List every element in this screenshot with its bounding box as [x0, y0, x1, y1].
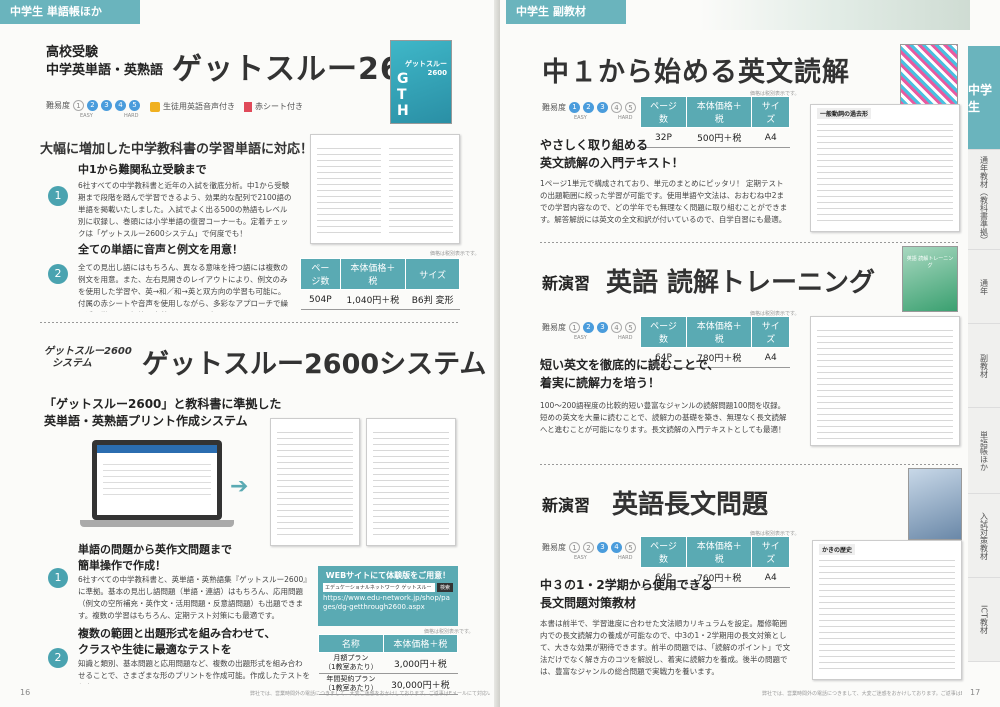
search-button[interactable]: 検索 — [436, 583, 453, 592]
right-product2-body: 100〜200語程度の比較的短い豊富なジャンルの読解問題100問を収録。短めの英… — [540, 401, 787, 434]
right-product3-sample-page: かきの歴史 — [812, 540, 962, 680]
product1-point1-body: 6社すべての中学教科書と近年の入試を徹底分析。中1から受験期まで段階を踏んで学習… — [78, 181, 292, 238]
right-product1-cover — [900, 44, 958, 106]
arrow-right-icon: ➔ — [230, 474, 249, 499]
divider — [540, 464, 960, 465]
right-product2-prefix: 新演習 — [542, 274, 591, 293]
laptop-image — [92, 440, 222, 520]
page-number: 17 — [970, 688, 981, 697]
right-product3-body: 本書は前半で、学習進度に合わせた文法順カリキュラムを設定。履修範囲内での長文読解… — [540, 619, 791, 676]
point-number-badge: 1 — [48, 568, 68, 588]
web-url-link[interactable]: https://www.edu-network.jp/shop/pages/dg… — [323, 594, 453, 612]
product2-headline: 「ゲットスルー2600」と教科書に準拠した 英単語・英熟語プリント作成システム — [44, 397, 282, 428]
right-product1-body: 1ページ1単元で構成されており、単元のまとめにピッタリ！ 定期テストの出題範囲に… — [540, 179, 788, 224]
product1-headline: 大幅に増加した中学教科書の学習単語に対応！ — [40, 142, 314, 157]
right-product1-title: 中１から始める英文読解 — [542, 57, 850, 88]
right-product3-headline: 中３の1・2学期から使用できる 長文問題対策教材 — [540, 578, 713, 610]
side-tab-annual[interactable]: 通年 — [968, 250, 1000, 324]
right-product2-headline: 短い英文を徹底的に読むことで、 着実に読解力を培う！ — [540, 358, 720, 390]
product1-point2-body: 全ての見出し語にはもちろん、異なる意味を持つ語には複数の例文を用意。また、左右見… — [78, 263, 288, 312]
web-trial-box: WEBサイトにて体験版をご用意！ エデュケーショナルネットワーク ゲットスルー … — [318, 566, 458, 626]
left-page: 中学生 単語帳ほか 高校受験 中学英単語・英熟語 ゲットスルー2600 ゲットス… — [0, 0, 498, 707]
point-number-badge: 2 — [48, 648, 68, 668]
point-number-badge: 1 — [48, 186, 68, 206]
right-product1-difficulty: 難易度 1 2 3 4 5 — [542, 102, 636, 113]
divider — [540, 242, 960, 243]
product2-title: ゲットスルー2600システム — [142, 349, 487, 380]
footnote: 弊社では、営業時間外の電話につきまして、大変ご迷惑をおかけしております。ご返事は… — [762, 691, 962, 697]
product1-point2-title: 全ての単語に音声と例文を用意！ — [78, 243, 243, 256]
right-product1-sample-page: 一般動詞の過去形 — [810, 104, 960, 232]
product2-point1-body: 6社すべての中学教科書と、英単語・英熟語集『ゲットスルー2600』に準拠。基本の… — [78, 575, 307, 620]
product2-logo: ゲットスルー2600 システム — [44, 346, 132, 369]
product1-subtitle: 高校受験 中学英単語・英熟語 — [46, 45, 164, 78]
side-tab-junior-high[interactable]: 中学生 — [968, 46, 1000, 150]
right-product2-sample-page — [810, 316, 960, 446]
right-product3-prefix: 新演習 — [542, 496, 591, 515]
side-tab-ict[interactable]: ICT教材 — [968, 578, 1000, 662]
page-number: 16 — [20, 688, 31, 697]
footnote: 弊社では、営業時間外の電話につきまして、大変ご迷惑をおかけしております。ご返事は… — [250, 691, 490, 697]
product2-point2-title: 複数の範囲と出題形式を組み合わせて、 クラスや生徒に最適なテストを — [78, 627, 276, 656]
right-product3-title: 英語長文問題 — [612, 490, 769, 520]
right-product1-headline: やさしく取り組める 英文読解の入門テキスト！ — [540, 138, 684, 170]
product1-price-note: 価格は税別表示です。 — [430, 251, 480, 257]
left-header: 中学生 単語帳ほか — [0, 0, 140, 24]
right-header: 中学生 副教材 — [506, 0, 626, 24]
red-sheet-badge: 赤シート付き — [244, 101, 303, 112]
system-plan-table: 名称 本体価格＋税 月額プラン （1教室あたり） 3,000円＋税 年間契約プラン（… — [318, 634, 459, 695]
right-product2-cover: 英語 読解トレーニング — [902, 246, 958, 312]
right-product2-difficulty: 難易度 1 2 3 4 5 — [542, 322, 636, 333]
product1-easy-label: EASY — [80, 113, 93, 119]
product1-difficulty: 難易度 1 2 3 4 5 — [46, 100, 140, 111]
right-product3-cover — [908, 468, 962, 540]
product1-book-cover: ゲットスルー 2600 GTH — [390, 40, 452, 124]
print-sample-1 — [270, 418, 360, 546]
product1-point1-title: 中1から難関私立受験まで — [78, 163, 207, 176]
speaker-icon — [150, 101, 160, 112]
divider — [40, 322, 460, 323]
search-box[interactable]: エデュケーショナルネットワーク ゲットスルー — [323, 583, 435, 592]
product1-hard-label: HARD — [124, 113, 139, 119]
audio-badge: 生徒用英語音声付き — [150, 101, 235, 112]
side-tab-vocabulary[interactable]: 単語帳ほか — [968, 408, 1000, 494]
right-product3-difficulty: 難易度 1 2 3 4 5 — [542, 542, 636, 553]
red-sheet-icon — [244, 101, 252, 112]
right-page: 中学生 副教材 中１から始める英文読解 難易度 1 2 3 4 5 EASY H… — [500, 0, 1000, 707]
side-tab-supplementary[interactable]: 副教材 — [968, 324, 1000, 408]
point-number-badge: 2 — [48, 264, 68, 284]
right-product2-title: 英語 読解トレーニング — [606, 268, 876, 298]
side-tab-textbook[interactable]: 通年教材（教科書準拠） — [968, 150, 1000, 250]
product2-point2-body: 知識と類別、基本問題と応用問題など、複数の出題形式を組み合わせることで、さまざま… — [78, 659, 310, 684]
product1-price-table: ページ数 本体価格＋税 サイズ 504P 1,040円＋税 B6判 変形 — [300, 258, 460, 310]
print-sample-2 — [366, 418, 456, 546]
product1-spread-image — [310, 134, 460, 244]
product2-point1-title: 単語の問題から英作文問題まで 簡単操作で作成！ — [78, 543, 232, 572]
side-tab-entrance-exam[interactable]: 入試対策教材 — [968, 494, 1000, 578]
